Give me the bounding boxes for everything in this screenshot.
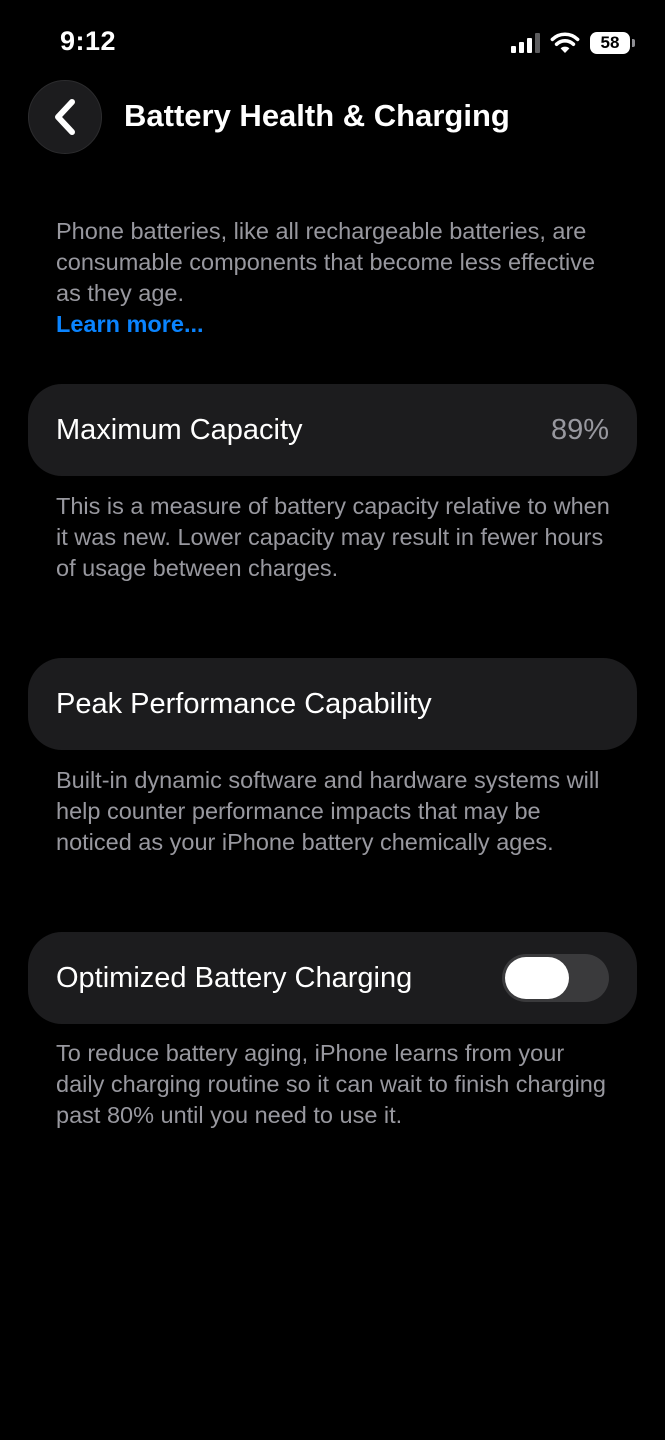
learn-more-link[interactable]: Learn more... bbox=[56, 309, 616, 340]
toggle-knob bbox=[505, 957, 569, 999]
maximum-capacity-label: Maximum Capacity bbox=[56, 413, 303, 446]
wifi-icon bbox=[550, 32, 580, 53]
navigation-bar: Battery Health & Charging bbox=[0, 80, 665, 156]
page-title: Battery Health & Charging bbox=[124, 98, 510, 133]
peak-performance-footnote: Built-in dynamic software and hardware s… bbox=[56, 767, 600, 855]
status-time: 9:12 bbox=[60, 26, 117, 56]
optimized-charging-footnote: To reduce battery aging, iPhone learns f… bbox=[56, 1040, 606, 1128]
maximum-capacity-footnote: This is a measure of battery capacity re… bbox=[56, 493, 610, 581]
optimized-charging-label: Optimized Battery Charging bbox=[56, 961, 413, 994]
chevron-left-icon bbox=[55, 99, 75, 135]
peak-performance-label: Peak Performance Capability bbox=[56, 687, 432, 720]
cellular-signal-icon bbox=[511, 33, 540, 53]
status-icons: 58 bbox=[511, 30, 635, 56]
back-button[interactable] bbox=[28, 80, 102, 154]
maximum-capacity-row: Maximum Capacity 89% bbox=[28, 384, 637, 476]
intro-description: Phone batteries, like all rechargeable b… bbox=[56, 216, 616, 340]
battery-level: 58 bbox=[590, 32, 630, 54]
maximum-capacity-value: 89% bbox=[550, 413, 609, 446]
status-bar: 9:12 58 bbox=[0, 0, 665, 84]
intro-text: Phone batteries, like all rechargeable b… bbox=[56, 218, 596, 306]
optimized-charging-row: Optimized Battery Charging bbox=[28, 932, 637, 1024]
peak-performance-row: Peak Performance Capability bbox=[28, 658, 637, 750]
battery-icon: 58 bbox=[590, 32, 635, 54]
optimized-charging-toggle[interactable] bbox=[502, 954, 609, 1002]
